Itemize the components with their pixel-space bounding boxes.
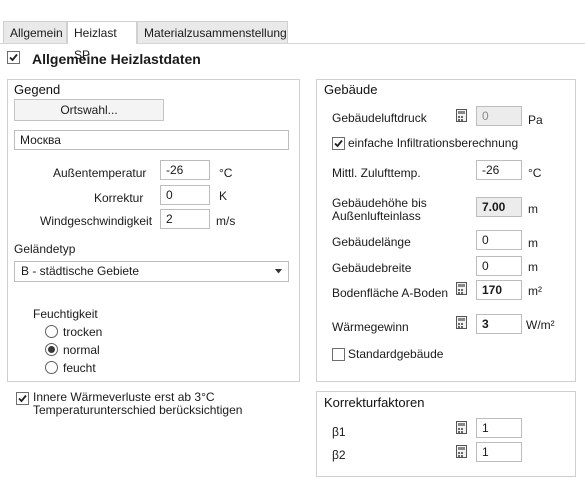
- calculator-icon[interactable]: [456, 109, 467, 122]
- tab-heizlast-sp[interactable]: Heizlast SP: [67, 21, 137, 62]
- ortswahl-button[interactable]: Ortswahl...: [14, 99, 164, 121]
- radio-trocken[interactable]: [45, 325, 58, 338]
- zuluft-input[interactable]: -26: [476, 160, 522, 180]
- aussentemp-unit: °C: [219, 166, 233, 180]
- infiltration-checkbox[interactable]: [332, 137, 345, 150]
- bodenflaeche-label: Bodenfläche A-Boden: [332, 286, 449, 300]
- standardgebaeude-checkbox[interactable]: [332, 348, 345, 361]
- calculator-icon[interactable]: [456, 282, 467, 295]
- zuluft-label: Mittl. Zulufttemp.: [332, 166, 421, 180]
- laenge-label: Gebäudelänge: [332, 235, 411, 249]
- tab-materialzusammenstellung[interactable]: Materialzusammenstellung: [137, 21, 288, 43]
- zuluft-unit: °C: [528, 166, 542, 180]
- section-title: Allgemeine Heizlastdaten: [32, 51, 201, 67]
- feuchtigkeit-label: Feuchtigkeit: [33, 307, 98, 321]
- korrektur-unit: K: [219, 189, 228, 203]
- calculator-icon[interactable]: [456, 445, 467, 458]
- luftdruck-unit: Pa: [528, 113, 543, 127]
- waermegewinn-label: Wärmegewinn: [332, 320, 409, 334]
- korrektur-input[interactable]: 0: [160, 185, 210, 205]
- breite-input[interactable]: 0: [476, 256, 522, 276]
- wind-label: Windgeschwindigkeit: [40, 214, 153, 228]
- korrekturfaktoren-title: Korrekturfaktoren: [324, 395, 425, 410]
- checkmark-icon: [334, 139, 343, 148]
- hoehe-label-line2: Außenlufteinlass: [332, 209, 421, 223]
- breite-label: Gebäudebreite: [332, 261, 412, 275]
- calculator-icon[interactable]: [456, 421, 467, 434]
- gegend-title: Gegend: [14, 82, 61, 97]
- radio-trocken-label: trocken: [63, 325, 103, 339]
- section-enable-checkbox[interactable]: [7, 51, 20, 64]
- laenge-input[interactable]: 0: [476, 230, 522, 250]
- bodenflaeche-input[interactable]: 170: [476, 280, 522, 300]
- standardgebaeude-label: Standardgebäude: [348, 347, 444, 361]
- breite-unit: m: [528, 260, 538, 274]
- beta1-input[interactable]: 1: [476, 418, 522, 438]
- hoehe-unit: m: [528, 202, 538, 216]
- radio-normal-label: normal: [63, 343, 100, 357]
- innere-waermeverluste-label: Innere Wärmeverluste erst ab 3°C Tempera…: [33, 391, 242, 417]
- chevron-down-icon: [275, 269, 282, 274]
- beta2-label: β2: [332, 448, 346, 462]
- waermegewinn-input[interactable]: 3: [476, 314, 522, 334]
- calculator-icon[interactable]: [456, 316, 467, 329]
- wind-unit: m/s: [216, 214, 236, 228]
- beta1-label: β1: [332, 425, 346, 439]
- waermegewinn-unit: W/m²: [526, 318, 555, 332]
- gelaendetyp-value: B - städtische Gebiete: [21, 264, 140, 278]
- radio-feucht[interactable]: [45, 361, 58, 374]
- luftdruck-label: Gebäudeluftdruck: [332, 111, 427, 125]
- bodenflaeche-unit: m²: [528, 284, 542, 298]
- hoehe-input: 7.00: [476, 197, 522, 217]
- radio-feucht-label: feucht: [63, 361, 96, 375]
- gelaendetyp-select[interactable]: B - städtische Gebiete: [14, 261, 289, 282]
- aussentemp-label: Außentemperatur: [53, 166, 147, 180]
- aussentemp-input[interactable]: -26: [160, 160, 210, 180]
- tab-bar: Allgemein Heizlast SP Materialzusammenst…: [0, 0, 585, 62]
- radio-normal[interactable]: [45, 343, 58, 356]
- wind-input[interactable]: 2: [160, 209, 210, 229]
- korrektur-label: Korrektur: [94, 191, 144, 205]
- laenge-unit: m: [528, 236, 538, 250]
- luftdruck-input[interactable]: 0: [476, 106, 522, 126]
- beta2-input[interactable]: 1: [476, 442, 522, 462]
- tab-allgemein[interactable]: Allgemein: [3, 21, 67, 43]
- gebaeude-title: Gebäude: [324, 82, 378, 97]
- hoehe-label: Gebäudehöhe bis Außenlufteinlass: [332, 197, 427, 223]
- gelaendetyp-label: Geländetyp: [14, 242, 76, 256]
- checkmark-icon: [9, 53, 18, 62]
- innere-waermeverluste-checkbox[interactable]: [16, 392, 29, 405]
- innere-line2: Temperaturunterschied berücksichtigen: [33, 403, 243, 417]
- checkmark-icon: [18, 394, 27, 403]
- infiltration-label: einfache Infiltrationsberechnung: [348, 136, 519, 150]
- location-input[interactable]: Москва: [14, 130, 289, 150]
